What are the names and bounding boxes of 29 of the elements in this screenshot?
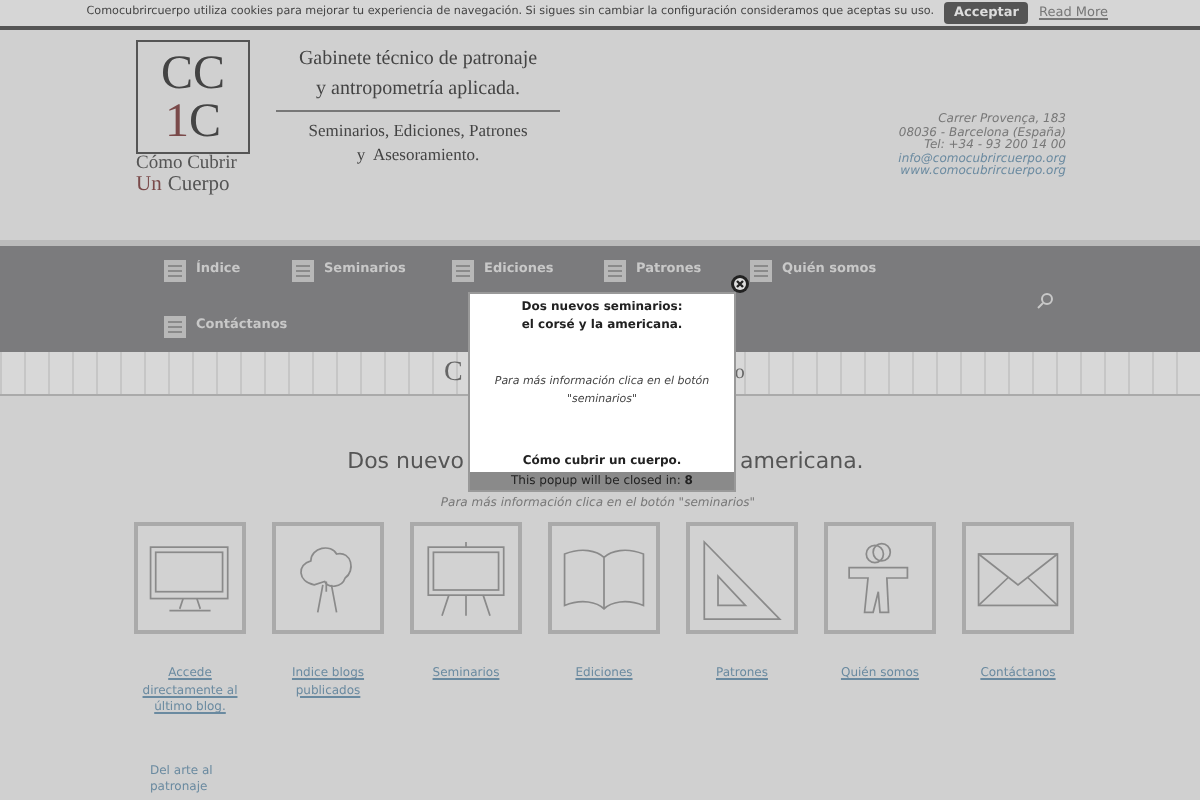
tile-frame[interactable] xyxy=(410,522,522,634)
logo-text: Cuerpo xyxy=(167,174,230,196)
logo-text: Cómo Cubrir xyxy=(136,154,237,174)
headline-text: americana. xyxy=(740,445,864,478)
tagline-title: y antropometría aplicada. xyxy=(316,76,520,104)
close-icon[interactable] xyxy=(730,274,750,294)
menu-item-icon xyxy=(292,259,314,281)
tile-frame[interactable] xyxy=(272,522,384,634)
tagline-subtitle: Seminarios, Ediciones, Patrones xyxy=(308,118,528,142)
tile-frame[interactable] xyxy=(824,522,936,634)
banner-text: C xyxy=(444,356,463,392)
tile-frame[interactable] xyxy=(548,522,660,634)
menu-item-icon xyxy=(164,315,186,337)
menu-item-icon xyxy=(452,259,474,281)
logo-number: 1 xyxy=(164,97,189,145)
logo-text-accent: Un xyxy=(136,174,162,196)
banner-text: o xyxy=(734,360,745,388)
menu-item-icon xyxy=(750,259,772,281)
headline-text: Dos nuevo xyxy=(347,445,464,478)
tile-frame[interactable] xyxy=(134,522,246,634)
tagline-title: Gabinete técnico de patronaje xyxy=(298,46,538,74)
logo-letter: C xyxy=(188,97,221,145)
menu-item-icon xyxy=(164,259,186,281)
menu-item-icon xyxy=(604,259,626,281)
logo-letters: CC xyxy=(160,49,225,97)
tagline-subtitle: y Asesoramiento. xyxy=(356,142,480,166)
tile-frame[interactable] xyxy=(962,522,1074,634)
search-icon[interactable] xyxy=(1036,292,1054,310)
tile-frame[interactable] xyxy=(686,522,798,634)
